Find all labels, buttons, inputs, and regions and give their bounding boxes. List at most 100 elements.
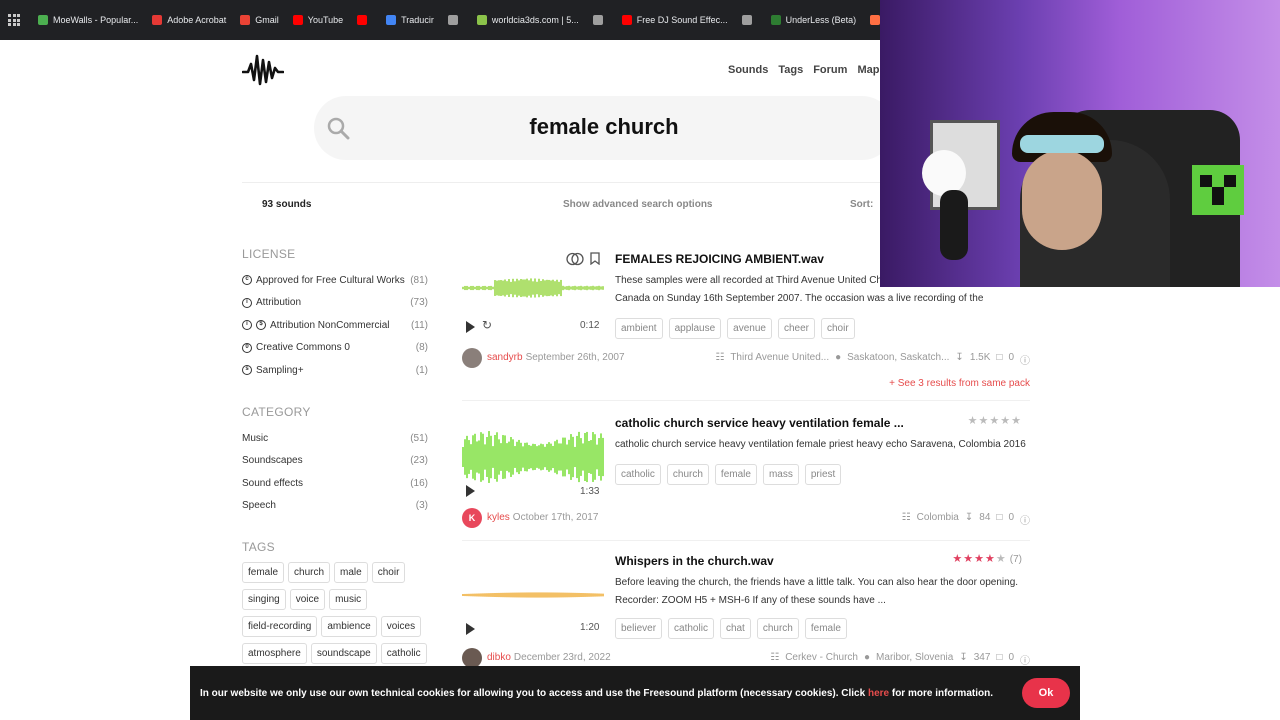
bookmark-item[interactable]: MoeWalls - Popular... — [38, 15, 138, 25]
sound-tag[interactable]: applause — [668, 318, 722, 339]
sound-title[interactable]: Whispers in the church.wav — [615, 554, 774, 568]
search-bar[interactable]: female church — [314, 96, 894, 160]
star-icon[interactable]: ★ — [952, 553, 963, 565]
star-icon[interactable]: ★ — [985, 553, 996, 565]
bookmark-item[interactable] — [741, 15, 757, 25]
category-item-soundscapes[interactable]: Soundscapes (23) — [242, 450, 428, 473]
advanced-search-link[interactable]: Show advanced search options — [563, 199, 712, 210]
avatar[interactable] — [462, 648, 482, 668]
tag-chip[interactable]: atmosphere — [242, 643, 307, 664]
license-icon[interactable] — [566, 252, 584, 266]
sound-title[interactable]: FEMALES REJOICING AMBIENT.wav — [615, 252, 824, 266]
category-item-sound-effects[interactable]: Sound effects (16) — [242, 472, 428, 495]
sound-tag[interactable]: avenue — [727, 318, 772, 339]
sound-tag[interactable]: choir — [821, 318, 855, 339]
tag-chip[interactable]: music — [329, 589, 368, 610]
category-item-music[interactable]: Music (51) — [242, 427, 428, 450]
category-item-speech[interactable]: Speech (3) — [242, 495, 428, 518]
cookie-ok-button[interactable]: Ok — [1022, 678, 1070, 708]
sound-tag[interactable]: mass — [762, 464, 799, 485]
sound-tag[interactable]: chat — [719, 618, 751, 639]
bookmark-item[interactable]: Gmail — [240, 15, 279, 25]
avatar[interactable] — [462, 348, 482, 368]
sound-tag[interactable]: church — [756, 618, 799, 639]
bookmark-item[interactable]: Free DJ Sound Effec... — [621, 15, 728, 25]
waveform[interactable] — [462, 258, 604, 318]
sound-tag[interactable]: church — [666, 464, 709, 485]
sound-tag[interactable]: female — [804, 618, 847, 639]
star-icon[interactable]: ★ — [968, 415, 979, 427]
tag-chip[interactable]: voice — [289, 589, 326, 610]
sound-tag[interactable]: ambient — [615, 318, 663, 339]
bookmark-item[interactable]: Adobe Acrobat — [152, 15, 226, 25]
bookmark-item[interactable]: worldcia3ds.com | 5... — [476, 15, 579, 25]
license-item-attribution[interactable]: i Attribution (73) — [242, 292, 428, 315]
search-input[interactable]: female church — [314, 114, 894, 140]
sound-tag[interactable]: female — [714, 464, 757, 485]
apps-grid-icon[interactable] — [8, 14, 20, 26]
sound-tag[interactable]: catholic — [668, 618, 714, 639]
tag-chip[interactable]: choir — [371, 562, 406, 583]
bookmark-item[interactable]: UnderLess (Beta) — [770, 15, 856, 25]
username-link[interactable]: kyles — [487, 512, 510, 523]
sort-label[interactable]: Sort: — [850, 199, 873, 210]
bookmark-icon[interactable] — [590, 252, 600, 270]
star-icon[interactable]: ★ — [979, 415, 990, 427]
bookmark-item[interactable]: YouTube — [292, 15, 343, 25]
bookmark-item[interactable] — [357, 15, 372, 25]
tag-chip[interactable]: singing — [242, 589, 286, 610]
avatar[interactable]: K — [462, 508, 482, 528]
tag-chip[interactable]: ambience — [321, 616, 377, 637]
nav-map[interactable]: Map — [857, 64, 879, 76]
tag-chip[interactable]: voices — [380, 616, 422, 637]
sound-title[interactable]: catholic church service heavy ventilatio… — [615, 416, 904, 430]
play-icon[interactable] — [466, 623, 475, 635]
bookmark-item[interactable]: Traducir — [386, 15, 434, 25]
play-icon[interactable] — [466, 485, 475, 497]
waveform[interactable] — [462, 427, 604, 487]
license-item-attribution-nc[interactable]: i $ Attribution NonCommercial (11) — [242, 314, 428, 337]
info-icon[interactable]: ⓘ — [1020, 652, 1030, 667]
tag-chip[interactable]: soundscape — [310, 643, 377, 664]
tag-chip[interactable]: church — [288, 562, 331, 583]
nav-sounds[interactable]: Sounds — [728, 64, 768, 76]
bookmark-item[interactable] — [592, 15, 608, 25]
tag-chip[interactable]: catholic — [380, 643, 427, 664]
tag-chip[interactable]: female — [242, 562, 285, 583]
tag-chip[interactable]: field-recording — [242, 616, 318, 637]
nav-forum[interactable]: Forum — [813, 64, 847, 76]
waveform[interactable] — [462, 565, 604, 625]
pack-link[interactable]: Cerkev - Church — [785, 652, 858, 667]
sound-tag[interactable]: believer — [615, 618, 663, 639]
sound-tag[interactable]: priest — [804, 464, 842, 485]
location-link[interactable]: Saskatoon, Saskatch... — [847, 352, 949, 367]
location-link[interactable]: Colombia — [917, 512, 959, 527]
info-icon[interactable]: ⓘ — [1020, 352, 1030, 367]
info-icon[interactable]: ⓘ — [1020, 512, 1030, 527]
rating-stars[interactable]: ★★★★★ — [968, 414, 1022, 427]
license-item-cc0[interactable]: 0 Creative Commons 0 (8) — [242, 337, 428, 360]
username-link[interactable]: dibko — [487, 652, 511, 663]
star-icon[interactable]: ★ — [963, 553, 974, 565]
star-icon[interactable]: ★ — [1000, 415, 1011, 427]
bookmark-item[interactable] — [447, 15, 463, 25]
star-icon[interactable]: ★ — [996, 553, 1007, 565]
sound-tag[interactable]: catholic — [615, 464, 661, 485]
bookmark-item[interactable]: OmeTV Video Chat... — [870, 15, 880, 25]
sound-tag[interactable]: cheer — [777, 318, 815, 339]
license-item-sampling[interactable]: s Sampling+ (1) — [242, 359, 428, 382]
pack-link[interactable]: Third Avenue United... — [730, 352, 829, 367]
loop-icon[interactable]: ↻ — [482, 318, 492, 332]
username-link[interactable]: sandyrb — [487, 352, 523, 363]
rating-stars[interactable]: ★★★★★ (7) — [952, 552, 1022, 565]
play-icon[interactable] — [466, 321, 475, 333]
license-item-approved[interactable]: c Approved for Free Cultural Works (81) — [242, 269, 428, 292]
star-icon[interactable]: ★ — [1011, 415, 1022, 427]
location-link[interactable]: Maribor, Slovenia — [876, 652, 953, 667]
star-icon[interactable]: ★ — [974, 553, 985, 565]
tag-chip[interactable]: male — [334, 562, 368, 583]
cookie-info-link[interactable]: here — [868, 688, 889, 699]
freesound-logo[interactable] — [242, 52, 284, 88]
same-pack-link[interactable]: + See 3 results from same pack — [889, 378, 1030, 389]
nav-tags[interactable]: Tags — [778, 64, 803, 76]
